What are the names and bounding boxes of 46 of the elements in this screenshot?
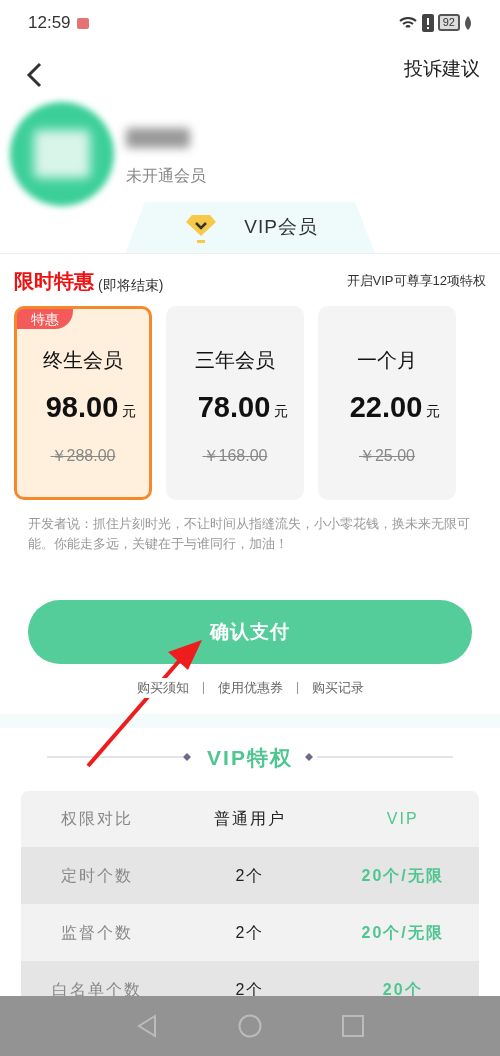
table-cell-text: 2个 [234, 922, 266, 943]
recents-nav-icon[interactable] [342, 1015, 364, 1037]
plan-price: 78.00 [197, 393, 271, 422]
table-cell-text: 2个 [234, 865, 266, 886]
offer-title: 限时特惠 [14, 269, 94, 294]
price-unit: 元 [426, 402, 441, 421]
original-price: ￥168.00 [202, 446, 268, 466]
price-unit: 元 [122, 402, 137, 421]
section-title: VIP特权 [207, 744, 293, 771]
table-cell-text: 白名单个数 [51, 979, 144, 996]
sim-alert-icon [421, 13, 434, 32]
benefits-text: 开启VIP可尊享12项特权 [346, 272, 486, 291]
home-nav-icon[interactable] [238, 1014, 262, 1038]
table-cell-text: 20个/无限 [360, 922, 445, 943]
status-time: 12:59 [28, 11, 71, 34]
table-cell-text: 监督个数 [60, 922, 135, 943]
table-header: 普通用户 [213, 809, 287, 829]
plan-name: 三年会员 [195, 348, 275, 373]
plan-name: 一个月 [357, 348, 417, 373]
table-cell-text: 20个/无限 [360, 865, 445, 886]
price-unit: 元 [274, 402, 289, 421]
membership-status: 未开通会员 [126, 165, 206, 186]
discount-badge: 特惠 [17, 309, 73, 329]
back-nav-icon[interactable] [136, 1014, 158, 1038]
wifi-icon [397, 14, 418, 31]
vip-tab[interactable]: VIP会员 [125, 202, 375, 253]
plan-price: 22.00 [349, 393, 423, 422]
plan-card[interactable]: 特惠 终生会员 98.00 元 ￥288.00 [14, 306, 152, 500]
plan-price: 98.00 [45, 393, 119, 422]
leaf-icon [464, 15, 472, 30]
blurred-name [126, 127, 190, 148]
plan-card[interactable]: 一个月 22.00 元 ￥25.00 [318, 306, 456, 500]
table-cell-text: 定时个数 [60, 865, 135, 886]
table-cell-text: 2个 [234, 979, 266, 996]
original-price: ￥288.00 [50, 446, 116, 466]
table-header: VIP [385, 809, 420, 829]
battery-level: 92 [437, 14, 460, 31]
footer-link[interactable]: 购买须知 [136, 678, 189, 698]
plan-card[interactable]: 三年会员 78.00 元 ￥168.00 [166, 306, 304, 500]
plan-name: 终生会员 [43, 348, 123, 373]
table-header: 权限对比 [60, 809, 135, 829]
feedback-link[interactable]: 投诉建议 [404, 54, 480, 84]
developer-note: 开发者说：抓住片刻时光，不让时间从指缝流失，小小零花钱，换未来无限可能。你能走多远，关键在于与谁同行，加油！ [27, 515, 471, 553]
offer-note: (即将结束) [98, 276, 164, 295]
original-price: ￥25.00 [358, 446, 415, 466]
table-cell-text: 20个 [381, 979, 424, 996]
